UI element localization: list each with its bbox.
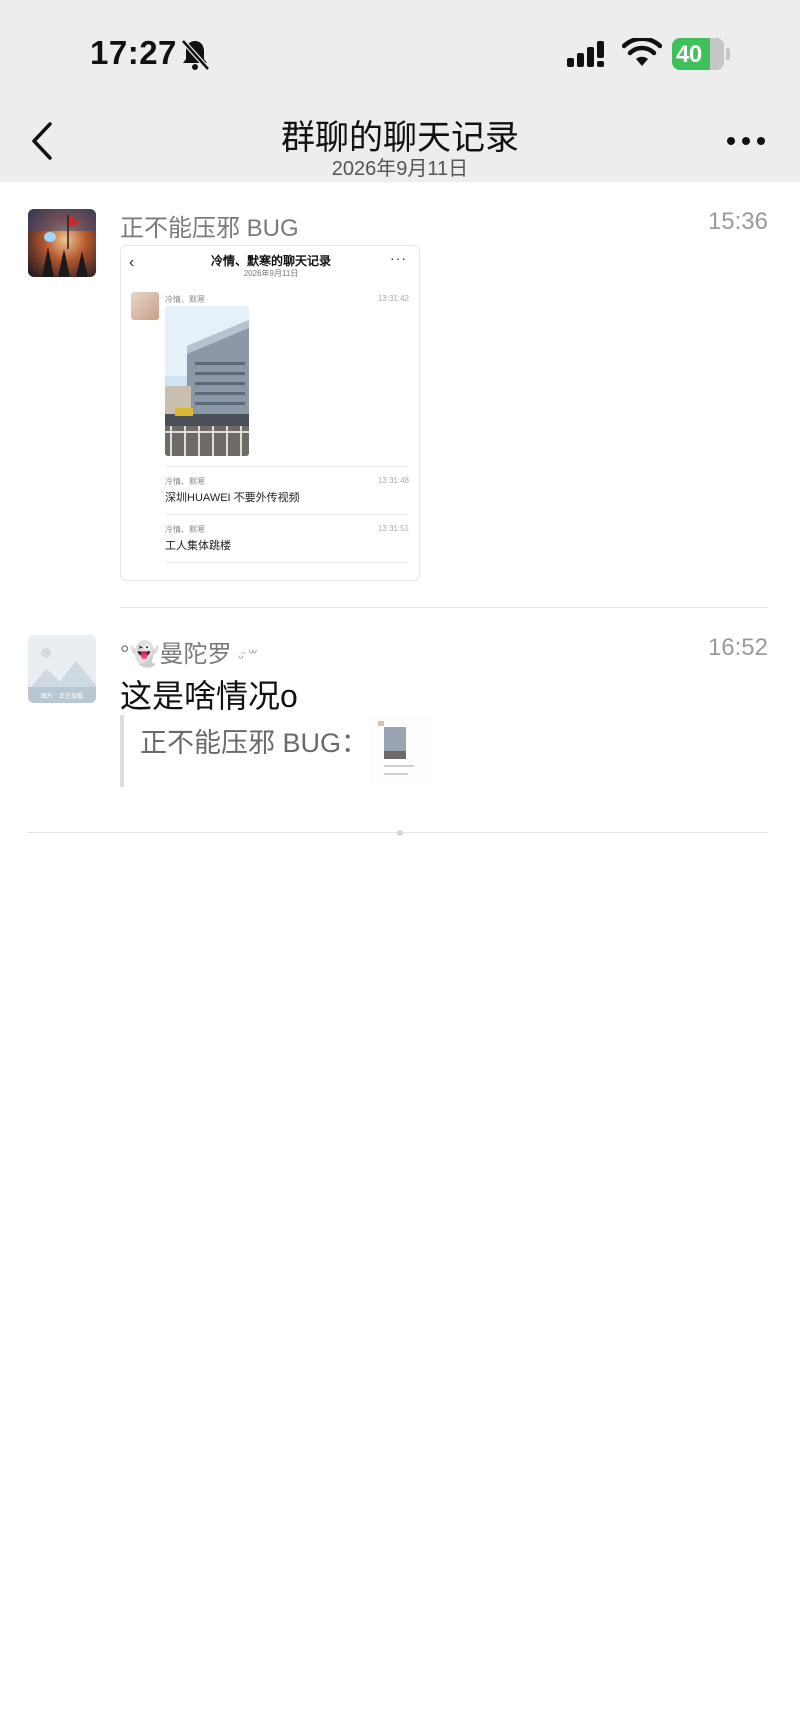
history-time: 13:31:48 — [377, 476, 409, 485]
sender-name: 正不能压邪 BUG — [120, 215, 299, 242]
page-subtitle: 2026年9月11日 — [331, 158, 469, 180]
quoted-message[interactable]: 正不能压邪 BUG： — [120, 715, 440, 787]
signal-icon — [567, 41, 604, 67]
divider — [165, 514, 409, 515]
battery-level: 40 — [676, 41, 702, 68]
avatar — [131, 292, 159, 320]
wifi-icon — [622, 38, 662, 66]
divider — [165, 562, 409, 563]
status-time: 17:27 — [90, 34, 177, 71]
sender-name-text: °👻曼陀罗 — [120, 641, 232, 668]
building-photo — [165, 306, 249, 456]
status-bar: 17:27 40 — [0, 0, 800, 100]
message-time: 16:52 — [707, 634, 768, 661]
message-divider — [120, 607, 768, 608]
end-dot — [397, 830, 403, 836]
quote-sender: 正不能压邪 BUG： — [140, 728, 369, 758]
history-time: 13:31:42 — [377, 294, 409, 303]
svg-text:图片 · 正在加载: 图片 · 正在加载 — [41, 692, 83, 700]
more-dots-icon: ··· — [390, 250, 407, 266]
history-time: 13:31:51 — [377, 524, 409, 533]
history-sender: 冷情、默寒 — [165, 477, 205, 486]
quote-thumbnail — [370, 717, 434, 783]
divider — [165, 466, 409, 467]
history-title: 冷情、默寒的聊天记录 — [210, 254, 331, 268]
battery-charging-icon: 40 — [672, 38, 730, 70]
avatar[interactable]: 图片 · 正在加载 — [28, 635, 96, 703]
message-text: 这是啥情况o — [120, 678, 298, 714]
sender-name-suffix: ᵕ̈ ꒳ — [238, 649, 259, 665]
bell-slash-icon — [181, 39, 210, 71]
sender-name: °👻曼陀罗 ᵕ̈ ꒳ — [120, 634, 258, 669]
message-time: 15:36 — [707, 208, 768, 235]
history-subtitle: 2026年9月11日 — [243, 269, 299, 278]
nav-header: 群聊的聊天记录 2026年9月11日 — [0, 100, 800, 182]
chat-history-image[interactable]: ‹ 冷情、默寒的聊天记录 2026年9月11日 ··· 冷情、默寒 13:31:… — [120, 245, 420, 581]
history-sender: 冷情、默寒 — [165, 525, 205, 534]
history-text: 深圳HUAWEI 不要外传视频 — [165, 492, 300, 504]
history-text: 工人集体跳楼 — [165, 540, 231, 552]
history-sender: 冷情、默寒 — [165, 295, 205, 304]
avatar[interactable] — [28, 209, 96, 277]
more-button[interactable] — [724, 126, 768, 156]
